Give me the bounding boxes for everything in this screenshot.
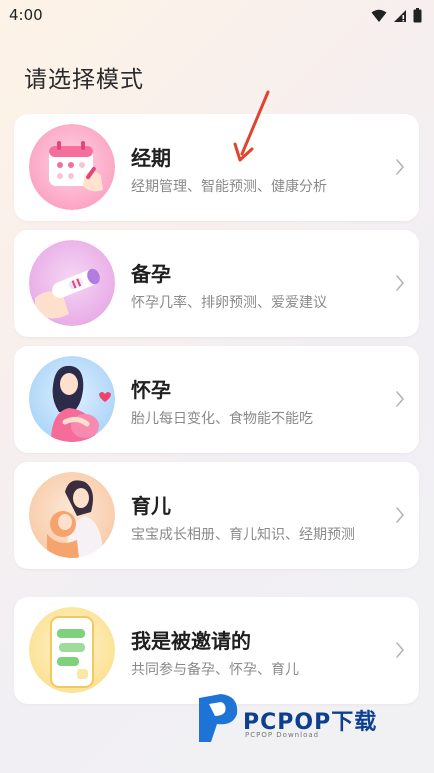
mode-card-pregnant[interactable]: 怀孕 胎儿每日变化、食物能不能吃 (14, 346, 419, 453)
mode-card-parenting[interactable]: 育儿 宝宝成长相册、育儿知识、经期预测 (14, 462, 419, 569)
mother-baby-icon (29, 472, 115, 558)
chevron-right-icon (396, 159, 405, 175)
arrow-annotation-icon (233, 90, 270, 162)
status-icons (371, 8, 422, 23)
mode-desc: 胎儿每日变化、食物能不能吃 (131, 411, 313, 427)
phone-chat-icon (29, 607, 115, 693)
mode-card-period[interactable]: 经期 经期管理、智能预测、健康分析 (14, 114, 419, 221)
mode-card-prepare[interactable]: 备孕 怀孕几率、排卵预测、爱爱建议 (14, 230, 419, 337)
pregnant-woman-icon (29, 356, 115, 442)
mode-title: 备孕 (131, 262, 171, 286)
signal-icon (394, 9, 406, 22)
mode-desc: 怀孕几率、排卵预测、爱爱建议 (131, 295, 327, 311)
wifi-icon (371, 9, 387, 22)
mode-title: 经期 (131, 146, 171, 170)
chevron-right-icon (396, 642, 405, 658)
calendar-hand-icon (29, 124, 115, 210)
mode-title: 怀孕 (131, 378, 171, 402)
watermark: PCPOP下载 PCPOP Download (195, 690, 425, 750)
mode-card-invited[interactable]: 我是被邀请的 共同参与备孕、怀孕、育儿 (14, 597, 419, 704)
chevron-right-icon (396, 275, 405, 291)
status-bar: 4:00 (0, 0, 434, 32)
battery-icon (413, 8, 422, 23)
page-title: 请选择模式 (24, 67, 144, 93)
mode-title: 我是被邀请的 (131, 629, 251, 653)
mode-desc: 经期管理、智能预测、健康分析 (131, 179, 327, 195)
test-strip-icon (29, 240, 115, 326)
mode-desc: 共同参与备孕、怀孕、育儿 (131, 662, 299, 678)
mode-desc: 宝宝成长相册、育儿知识、经期预测 (131, 527, 355, 543)
chevron-right-icon (396, 507, 405, 523)
mode-title: 育儿 (131, 494, 171, 518)
chevron-right-icon (396, 391, 405, 407)
status-time: 4:00 (9, 6, 43, 24)
watermark-subtext: PCPOP Download (245, 731, 320, 739)
pcpop-logo-icon (199, 694, 238, 742)
